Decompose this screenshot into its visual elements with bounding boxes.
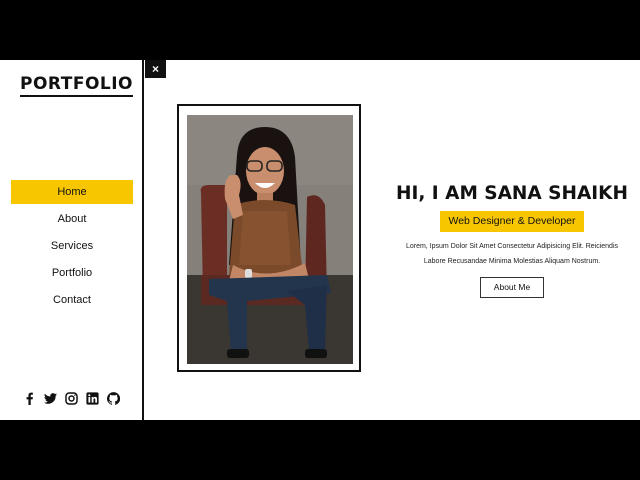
hero-description-line-1: Lorem, Ipsum Dolor Sit Amet Consectetur … (405, 243, 619, 250)
profile-photo (187, 115, 353, 364)
profile-photo-frame (177, 104, 361, 372)
hero-title: HI, I AM SANA SHAIKH (395, 183, 629, 204)
page-frame: PORTFOLIO Home About Services Portfolio … (0, 60, 640, 420)
nav-item-portfolio[interactable]: Portfolio (11, 261, 133, 285)
about-me-button[interactable]: About Me (480, 277, 544, 298)
nav-item-about[interactable]: About (11, 207, 133, 231)
linkedin-icon[interactable] (85, 392, 99, 405)
hero-description: Lorem, Ipsum Dolor Sit Amet Consectetur … (392, 240, 632, 269)
hero-section: HI, I AM SANA SHAIKH Web Designer & Deve… (392, 180, 632, 298)
role-badge: Web Designer & Developer (440, 211, 584, 232)
twitter-icon[interactable] (43, 392, 57, 405)
hero-description-line-2: Labore Recusandae Minima Molestias Aliqu… (423, 257, 601, 265)
nav-item-contact[interactable]: Contact (11, 288, 133, 312)
profile-photo-illustration (187, 115, 353, 364)
social-links (0, 392, 142, 405)
sidebar: PORTFOLIO Home About Services Portfolio … (0, 60, 144, 420)
instagram-icon[interactable] (64, 392, 78, 405)
nav-item-services[interactable]: Services (11, 234, 133, 258)
close-menu-button[interactable]: × (145, 60, 166, 78)
site-logo[interactable]: PORTFOLIO (20, 74, 134, 97)
sidebar-nav: Home About Services Portfolio Contact (11, 180, 133, 315)
github-icon[interactable] (106, 392, 120, 405)
facebook-icon[interactable] (23, 392, 36, 405)
nav-item-home[interactable]: Home (11, 180, 133, 204)
